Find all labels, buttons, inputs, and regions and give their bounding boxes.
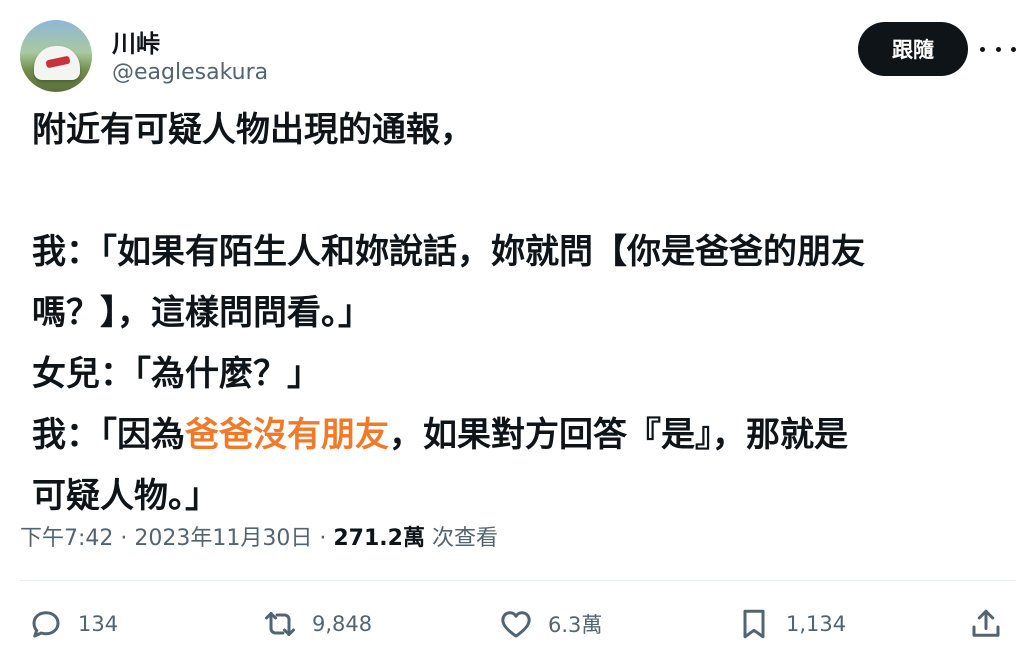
retweet-icon bbox=[265, 612, 295, 636]
more-dot bbox=[980, 46, 985, 52]
tweet-line: 附近有可疑人物出現的通報， bbox=[32, 110, 474, 150]
meta-separator: · bbox=[312, 526, 334, 551]
retweet-button[interactable]: 9,848 bbox=[262, 604, 372, 644]
reply-icon bbox=[32, 611, 60, 638]
avatar[interactable] bbox=[20, 20, 92, 92]
tweet-line-prefix: 我：「因為 bbox=[32, 415, 185, 455]
tweet-time[interactable]: 下午7:42 bbox=[20, 526, 113, 551]
bookmark-count: 1,134 bbox=[786, 612, 847, 636]
retweet-count: 9,848 bbox=[312, 612, 373, 636]
follow-button[interactable]: 跟隨 bbox=[858, 22, 968, 76]
tweet-text: 附近有可疑人物出現的通報， 我：「如果有陌生人和妳說話，妳就問【你是爸爸的朋友 … bbox=[32, 100, 992, 527]
author-handle[interactable]: @eaglesakura bbox=[112, 60, 268, 85]
more-dot bbox=[995, 46, 1001, 52]
like-button[interactable]: 6.3萬 bbox=[498, 604, 602, 644]
tweet-highlight: 爸爸沒有朋友 bbox=[185, 415, 389, 455]
tweet-line: 女兒：「為什麼？」 bbox=[32, 354, 321, 394]
meta-separator: · bbox=[113, 526, 135, 551]
tweet-meta: 下午7:42 · 2023年11月30日 · 271.2萬 次查看 bbox=[20, 520, 498, 552]
heart-icon bbox=[501, 611, 531, 638]
like-count: 6.3萬 bbox=[548, 613, 603, 637]
tweet-line: 我：「因為爸爸沒有朋友，如果對方回答『是』，那就是 bbox=[32, 405, 992, 466]
share-button[interactable] bbox=[968, 604, 1004, 644]
share-icon bbox=[972, 609, 1000, 637]
tweet-line: 我：「如果有陌生人和妳說話，妳就問【你是爸爸的朋友 bbox=[32, 232, 865, 272]
reply-button[interactable]: 134 bbox=[28, 604, 118, 644]
tweet-line: 嗎？】，這樣問問看。」 bbox=[32, 293, 372, 333]
divider bbox=[20, 580, 1016, 581]
bookmark-button[interactable]: 1,134 bbox=[736, 604, 846, 644]
more-horizontal-icon[interactable] bbox=[980, 34, 1016, 64]
tweet-line: 可疑人物。」 bbox=[32, 476, 219, 516]
tweet-date[interactable]: 2023年11月30日 bbox=[134, 526, 312, 551]
more-dot bbox=[1011, 46, 1016, 52]
author-display-name[interactable]: 川峠 bbox=[112, 24, 160, 59]
bookmark-icon bbox=[743, 609, 765, 639]
tweet-line-suffix: ，如果對方回答『是』，那就是 bbox=[389, 415, 848, 455]
views-label: 次查看 bbox=[424, 526, 498, 551]
views-count[interactable]: 271.2萬 bbox=[333, 526, 425, 551]
avatar-cap-photo bbox=[34, 46, 80, 80]
reply-count: 134 bbox=[78, 612, 119, 636]
